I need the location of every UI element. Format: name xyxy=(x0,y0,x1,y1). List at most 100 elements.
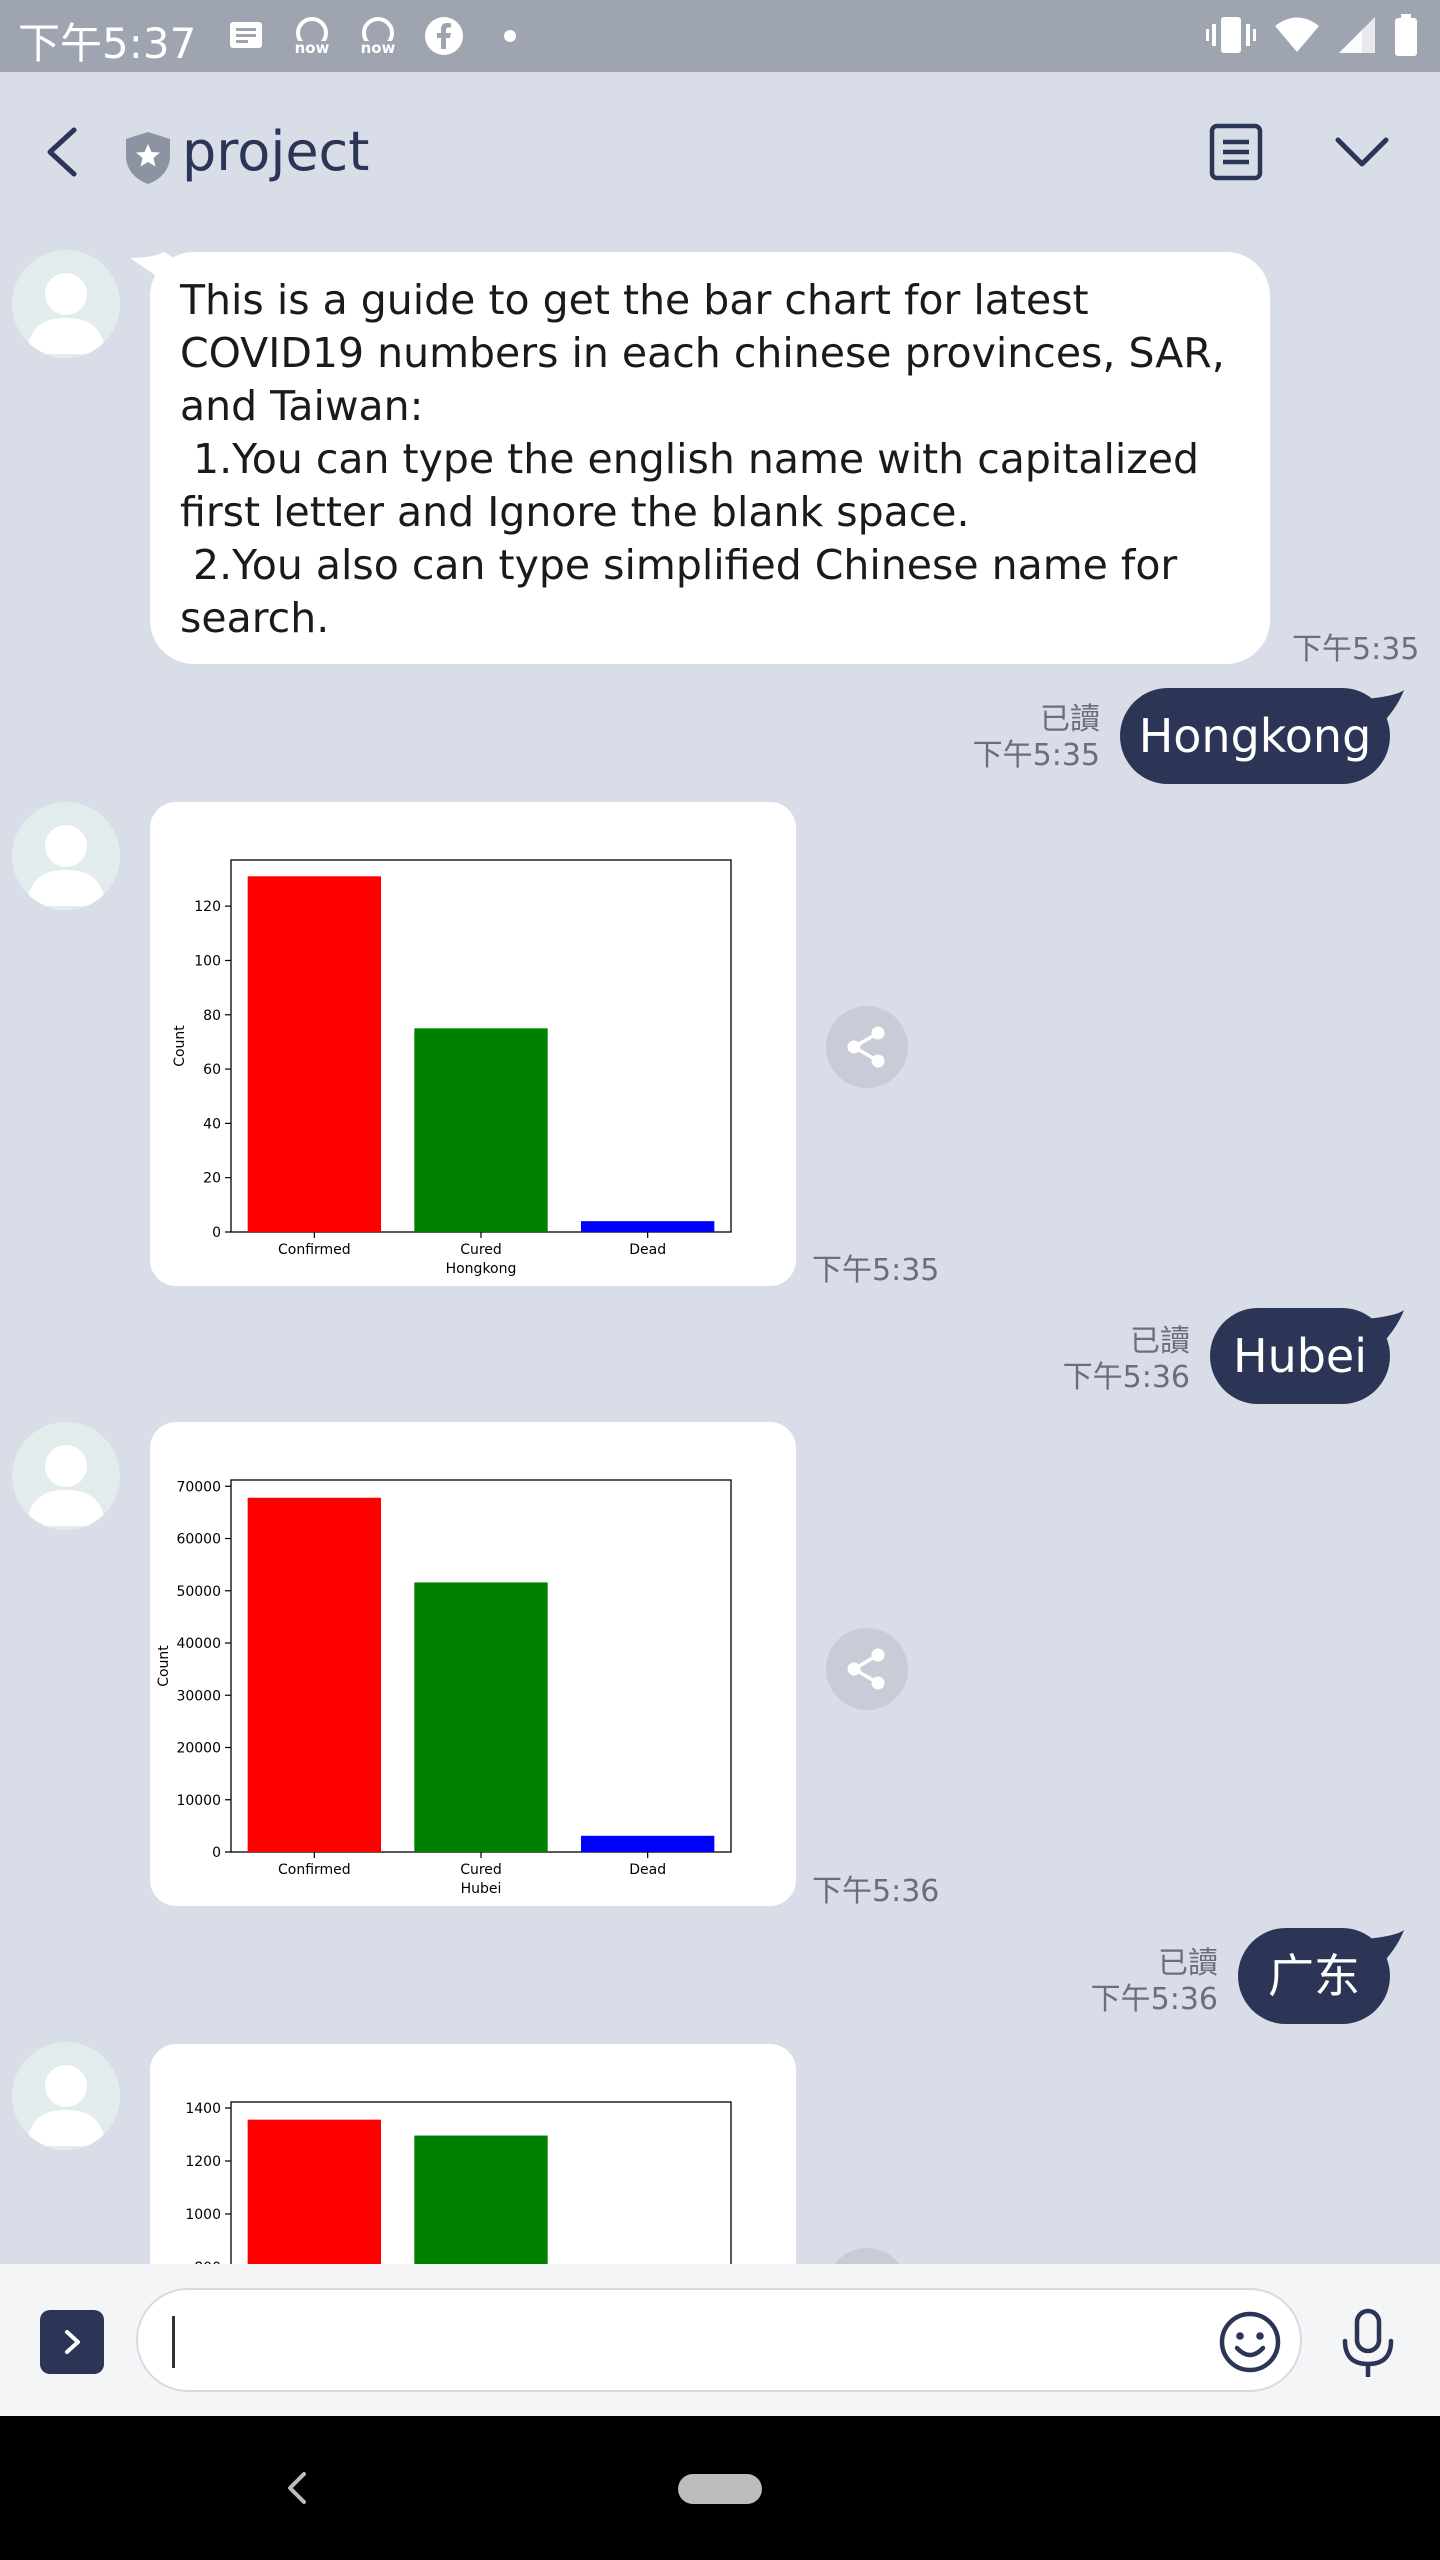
back-button[interactable] xyxy=(36,122,96,182)
text-caret xyxy=(172,2316,175,2368)
x-axis-label: Hongkong xyxy=(446,1261,517,1277)
x-tick-label: Confirmed xyxy=(278,1242,351,1258)
x-tick-label: Confirmed xyxy=(278,1862,351,1878)
guide-text-line: 1.You can type the english name with cap… xyxy=(180,435,1200,483)
notes-button[interactable] xyxy=(1208,122,1264,182)
read-status: 已讀 xyxy=(1130,1324,1190,1359)
y-tick-label: 60 xyxy=(203,1062,221,1078)
nav-home-pill[interactable] xyxy=(678,2474,762,2504)
nav-back-button[interactable] xyxy=(278,2468,318,2508)
status-time: 下午5:37 xyxy=(18,19,197,68)
chat-title: project xyxy=(182,120,370,183)
share-icon xyxy=(847,1026,885,1068)
message-input-bar xyxy=(0,2264,1440,2416)
chevron-down-icon xyxy=(1335,137,1389,167)
bar-cured xyxy=(414,1582,548,1852)
guide-text-line: search. xyxy=(180,594,330,642)
read-status: 已讀 xyxy=(1040,702,1100,737)
y-tick-label: 0 xyxy=(212,1225,221,1241)
y-tick-label: 20000 xyxy=(176,1741,221,1757)
y-tick-label: 20 xyxy=(203,1171,221,1187)
y-tick-label: 120 xyxy=(194,899,221,915)
x-axis-label: Hubei xyxy=(461,1881,502,1897)
bar-confirmed xyxy=(247,876,381,1232)
y-tick-label: 50000 xyxy=(176,1584,221,1600)
message-input[interactable] xyxy=(136,2288,1302,2392)
now-icon: now xyxy=(288,14,336,58)
default-avatar-icon xyxy=(26,1445,106,1526)
bar-confirmed xyxy=(247,1497,381,1852)
read-status: 已讀 xyxy=(1158,1946,1218,1981)
dot-icon xyxy=(486,14,534,58)
default-avatar-icon xyxy=(26,2065,106,2146)
menu-dropdown-button[interactable] xyxy=(1332,132,1392,172)
y-axis-label: Count xyxy=(156,1645,172,1687)
read-receipt: 已讀 下午5:35 xyxy=(940,702,1100,774)
y-tick-label: 1000 xyxy=(185,2207,221,2223)
y-tick-label: 80 xyxy=(203,1008,221,1024)
guide-text-line: 2.You also can type simplified Chinese n… xyxy=(180,541,1178,589)
vibrate-icon xyxy=(1206,15,1256,59)
y-tick-label: 30000 xyxy=(176,1688,221,1704)
status-bar: 下午5:37 now now xyxy=(0,0,1440,72)
y-tick-label: 60000 xyxy=(176,1532,221,1548)
message-timestamp: 下午5:36 xyxy=(1090,1982,1218,2017)
guide-text-line: COVID19 numbers in each chinese province… xyxy=(180,329,1225,377)
y-axis-label: Count xyxy=(172,1025,188,1067)
avatar[interactable] xyxy=(12,1422,120,1530)
share-button[interactable] xyxy=(826,1628,908,1710)
y-tick-label: 40000 xyxy=(176,1636,221,1652)
bar-chart: 0 20 40 60 80 100 120 Confirmed Cured Dead Hongkon… xyxy=(172,859,732,1277)
chevron-right-icon xyxy=(65,2330,80,2354)
x-tick-label: Cured xyxy=(460,1242,502,1258)
bar-dead xyxy=(581,1221,715,1232)
notification-icons: now now xyxy=(222,14,534,58)
y-tick-label: 70000 xyxy=(176,1479,221,1495)
avatar[interactable] xyxy=(12,250,120,358)
message-timestamp: 下午5:36 xyxy=(812,1874,940,1909)
avatar[interactable] xyxy=(12,802,120,910)
sent-message-bubble[interactable]: Hubei xyxy=(1210,1308,1390,1404)
system-icons xyxy=(1206,14,1418,60)
emoji-icon xyxy=(1219,2311,1281,2373)
message-timestamp: 下午5:35 xyxy=(1292,632,1420,667)
avatar[interactable] xyxy=(12,2042,120,2150)
y-tick-label: 1400 xyxy=(185,2101,221,2117)
default-avatar-icon xyxy=(26,825,106,906)
y-tick-label: 10000 xyxy=(176,1793,221,1809)
expand-menu-button[interactable] xyxy=(40,2310,104,2374)
bar-cured xyxy=(414,1028,548,1232)
y-tick-label: 40 xyxy=(203,1116,221,1132)
share-button[interactable] xyxy=(826,1006,908,1088)
bar-dead xyxy=(581,1835,715,1852)
y-tick-label: 0 xyxy=(212,1845,221,1861)
signal-icon xyxy=(1338,16,1376,58)
read-receipt: 已讀 下午5:36 xyxy=(1030,1324,1190,1396)
emoji-button[interactable] xyxy=(1218,2310,1282,2374)
y-tick-label: 1200 xyxy=(185,2154,221,2170)
battery-icon xyxy=(1394,14,1418,60)
now-icon: now xyxy=(354,14,402,58)
message-icon xyxy=(222,14,270,58)
default-avatar-icon xyxy=(26,273,106,354)
message-timestamp: 下午5:35 xyxy=(972,738,1100,773)
bar-chart: 0 10000 20000 30000 40000 50000 60000 70000 Conf… xyxy=(156,1479,732,1897)
guide-text-line: and Taiwan: xyxy=(180,382,424,430)
wifi-icon xyxy=(1274,17,1320,57)
chat-header: project xyxy=(0,72,1440,232)
svg-text:now: now xyxy=(295,39,330,57)
system-nav-bar xyxy=(0,2416,1440,2560)
sent-message-bubble[interactable]: 广东 xyxy=(1238,1928,1390,2024)
read-receipt: 已讀 下午5:36 xyxy=(1058,1946,1218,2018)
voice-message-button[interactable] xyxy=(1336,2308,1400,2380)
chart-image-message[interactable]: 0 10000 20000 30000 40000 50000 60000 70000 Conf… xyxy=(150,1422,796,1906)
sent-message-bubble[interactable]: Hongkong xyxy=(1120,688,1390,784)
guide-message-bubble[interactable]: This is a guide to get the bar chart for… xyxy=(150,252,1270,664)
shield-star-icon xyxy=(124,130,172,186)
chart-image-message[interactable]: 0 20 40 60 80 100 120 Confirmed Cured Dead Hongkon… xyxy=(150,802,796,1286)
x-tick-label: Dead xyxy=(629,1862,666,1878)
nav-back-icon xyxy=(288,2472,306,2504)
microphone-icon xyxy=(1342,2308,1394,2377)
svg-text:now: now xyxy=(361,39,396,57)
x-tick-label: Dead xyxy=(629,1242,666,1258)
